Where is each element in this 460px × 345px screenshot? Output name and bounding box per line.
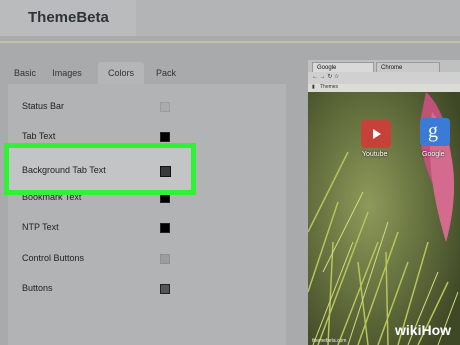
bookmark-label: Themes — [320, 84, 339, 90]
preview-tab-strip: Google Chrome — [308, 60, 460, 72]
row-ntp-text: NTP Text — [22, 222, 59, 236]
highlight-box: Background Tab Text — [4, 143, 196, 195]
row-status-bar: Status Bar — [22, 101, 64, 115]
preview-toolbar: ← → ↻ ☆ — [308, 72, 460, 84]
youtube-icon — [361, 120, 391, 148]
preview-footer-url: themebeta.com — [312, 338, 347, 344]
row-label: Tab Text — [22, 131, 56, 141]
tab-basic[interactable]: Basic — [8, 62, 42, 84]
row-buttons: Buttons — [22, 283, 53, 297]
tab-pack[interactable]: Pack — [148, 62, 184, 84]
status-bar-swatch[interactable] — [160, 102, 170, 112]
row-control-buttons: Control Buttons — [22, 253, 84, 267]
folder-icon: ▮ — [312, 84, 315, 90]
app-label-youtube: Youtube — [362, 151, 388, 158]
google-icon: g — [420, 118, 450, 146]
row-label: Control Buttons — [22, 253, 85, 263]
app-title: ThemeBeta — [28, 9, 109, 26]
wikihow-watermark: wikiHow — [395, 322, 451, 338]
colors-panel — [8, 84, 286, 345]
theme-preview: Google Chrome ← → ↻ ☆ ▮ Themes Youtube g… — [308, 60, 460, 345]
row-label: NTP Text — [22, 222, 59, 232]
row-label-background-tab-text: Background Tab Text — [22, 165, 106, 175]
tab-images[interactable]: Images — [44, 62, 90, 84]
preview-nav-icons: ← → ↻ ☆ — [312, 74, 340, 80]
header-divider — [0, 41, 460, 43]
row-label: Status Bar — [22, 101, 65, 111]
preview-bookmark-bar: ▮ Themes — [308, 84, 460, 92]
preview-background-image: Youtube g Google — [308, 92, 460, 345]
row-label: Buttons — [22, 283, 53, 293]
watermark-wiki: wiki — [395, 322, 422, 338]
play-icon — [373, 129, 381, 139]
preview-tab-chrome: Chrome — [376, 62, 440, 72]
tab-text-swatch[interactable] — [160, 132, 170, 142]
buttons-swatch[interactable] — [160, 284, 170, 294]
app-label-google: Google — [422, 151, 445, 158]
preview-tab-google: Google — [312, 62, 374, 72]
watermark-how: How — [421, 322, 452, 338]
background-tab-text-swatch[interactable] — [160, 166, 171, 177]
google-g-glyph: g — [428, 120, 438, 142]
app-header: ThemeBeta — [0, 0, 460, 36]
control-buttons-swatch[interactable] — [160, 254, 170, 264]
tab-colors[interactable]: Colors — [98, 62, 144, 84]
ntp-text-swatch[interactable] — [160, 223, 170, 233]
